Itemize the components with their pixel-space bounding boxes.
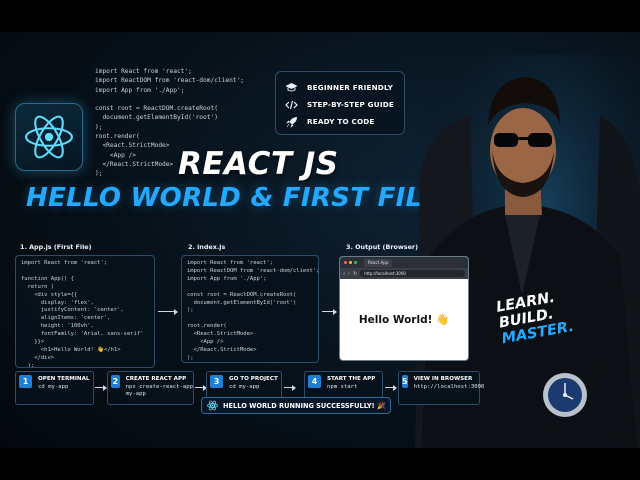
index-js-code-panel: import React from 'react'; import ReactD… (181, 255, 319, 363)
letterbox-top (0, 0, 640, 32)
code-line: document.getElementById('root') (95, 114, 218, 122)
step-number: 2 (111, 375, 120, 388)
code-line: root.render( (95, 133, 140, 141)
success-text: HELLO WORLD RUNNING SUCCESSFULLY! 🎉 (223, 401, 386, 410)
panel-label-output: 3. Output (Browser) (346, 243, 418, 251)
hello-world-heading: Hello World! 👋 (358, 314, 450, 326)
step-title: VIEW IN BROWSER (413, 376, 473, 382)
panel-label-index: 2. index.js (188, 243, 226, 251)
feature-item: READY TO CODE (285, 113, 395, 130)
step-number: 3 (210, 375, 223, 388)
step-card: 5 VIEW IN BROWSER http://localhost:3000 (398, 371, 484, 405)
code-line: import ReactDOM from 'react-dom/client'; (95, 77, 245, 85)
feature-item: STEP-BY-STEP GUIDE (285, 96, 395, 113)
rocket-icon (285, 116, 298, 128)
forward-icon: › (348, 270, 350, 277)
back-icon: ‹ (343, 270, 345, 277)
flow-arrow (195, 384, 207, 391)
code-line: import App from './App'; (95, 86, 185, 94)
close-dot-icon (344, 261, 347, 264)
browser-preview: React App ‹ › ↻ http://localhost:3000 He… (339, 256, 469, 361)
step-title: OPEN TERMINAL (38, 376, 90, 382)
react-logo (15, 103, 83, 171)
step-title: CREATE REACT APP (125, 376, 187, 382)
browser-tab: React App (364, 258, 393, 267)
url-field: http://localhost:3000 (360, 270, 465, 277)
step-command: http://localhost:3000 (413, 383, 485, 390)
code-line: import React from 'react'; (95, 68, 192, 75)
panel-label-app: 1. App.js (First File) (20, 243, 92, 251)
step-number: 4 (308, 375, 321, 388)
browser-page: Hello World! 👋 (340, 279, 468, 360)
letterbox-bottom (0, 448, 640, 480)
feature-label: READY TO CODE (307, 117, 375, 126)
step-command: cd my-app (229, 383, 260, 390)
step-number: 1 (19, 375, 32, 388)
step-command: npx create-react-app my-app (125, 383, 193, 398)
code-line: ); (95, 123, 103, 131)
react-atom-icon (207, 400, 218, 411)
flow-arrow (158, 308, 178, 315)
thumbnail-canvas: import React from 'react'; import ReactDO… (0, 0, 640, 480)
app-js-code-panel: import React from 'react'; function App(… (15, 255, 155, 368)
reload-icon: ↻ (353, 270, 358, 277)
feature-list: BEGINNER FRIENDLY STEP-BY-STEP GUIDE REA… (275, 71, 405, 135)
step-command: npm start (327, 383, 358, 390)
flow-arrow (385, 384, 397, 391)
step-card: 1 OPEN TERMINAL cd my-app (15, 371, 94, 405)
code-icon (285, 99, 298, 111)
subtitle: HELLO WORLD & FIRST FILE (26, 183, 441, 213)
step-title: GO TO PROJECT (229, 376, 278, 382)
graduation-cap-icon (285, 82, 298, 94)
minimize-dot-icon (349, 261, 352, 264)
flow-arrow (322, 308, 337, 315)
feature-label: STEP-BY-STEP GUIDE (307, 100, 394, 109)
react-atom-icon (25, 115, 73, 159)
feature-item: BEGINNER FRIENDLY (285, 79, 395, 96)
step-card: 2 CREATE REACT APP npx create-react-app … (107, 371, 194, 405)
flow-arrow (284, 384, 296, 391)
success-banner: HELLO WORLD RUNNING SUCCESSFULLY! 🎉 (201, 397, 391, 414)
browser-tabbar: React App (340, 257, 468, 268)
step-command: cd my-app (38, 383, 69, 390)
feature-label: BEGINNER FRIENDLY (307, 83, 394, 92)
maximize-dot-icon (354, 261, 357, 264)
main-title: REACT JS (178, 146, 339, 182)
step-title: START THE APP (327, 376, 376, 382)
code-line: const root = ReactDOM.createRoot( (95, 105, 218, 113)
browser-address-bar: ‹ › ↻ http://localhost:3000 (340, 268, 468, 279)
flow-arrow (95, 384, 107, 391)
